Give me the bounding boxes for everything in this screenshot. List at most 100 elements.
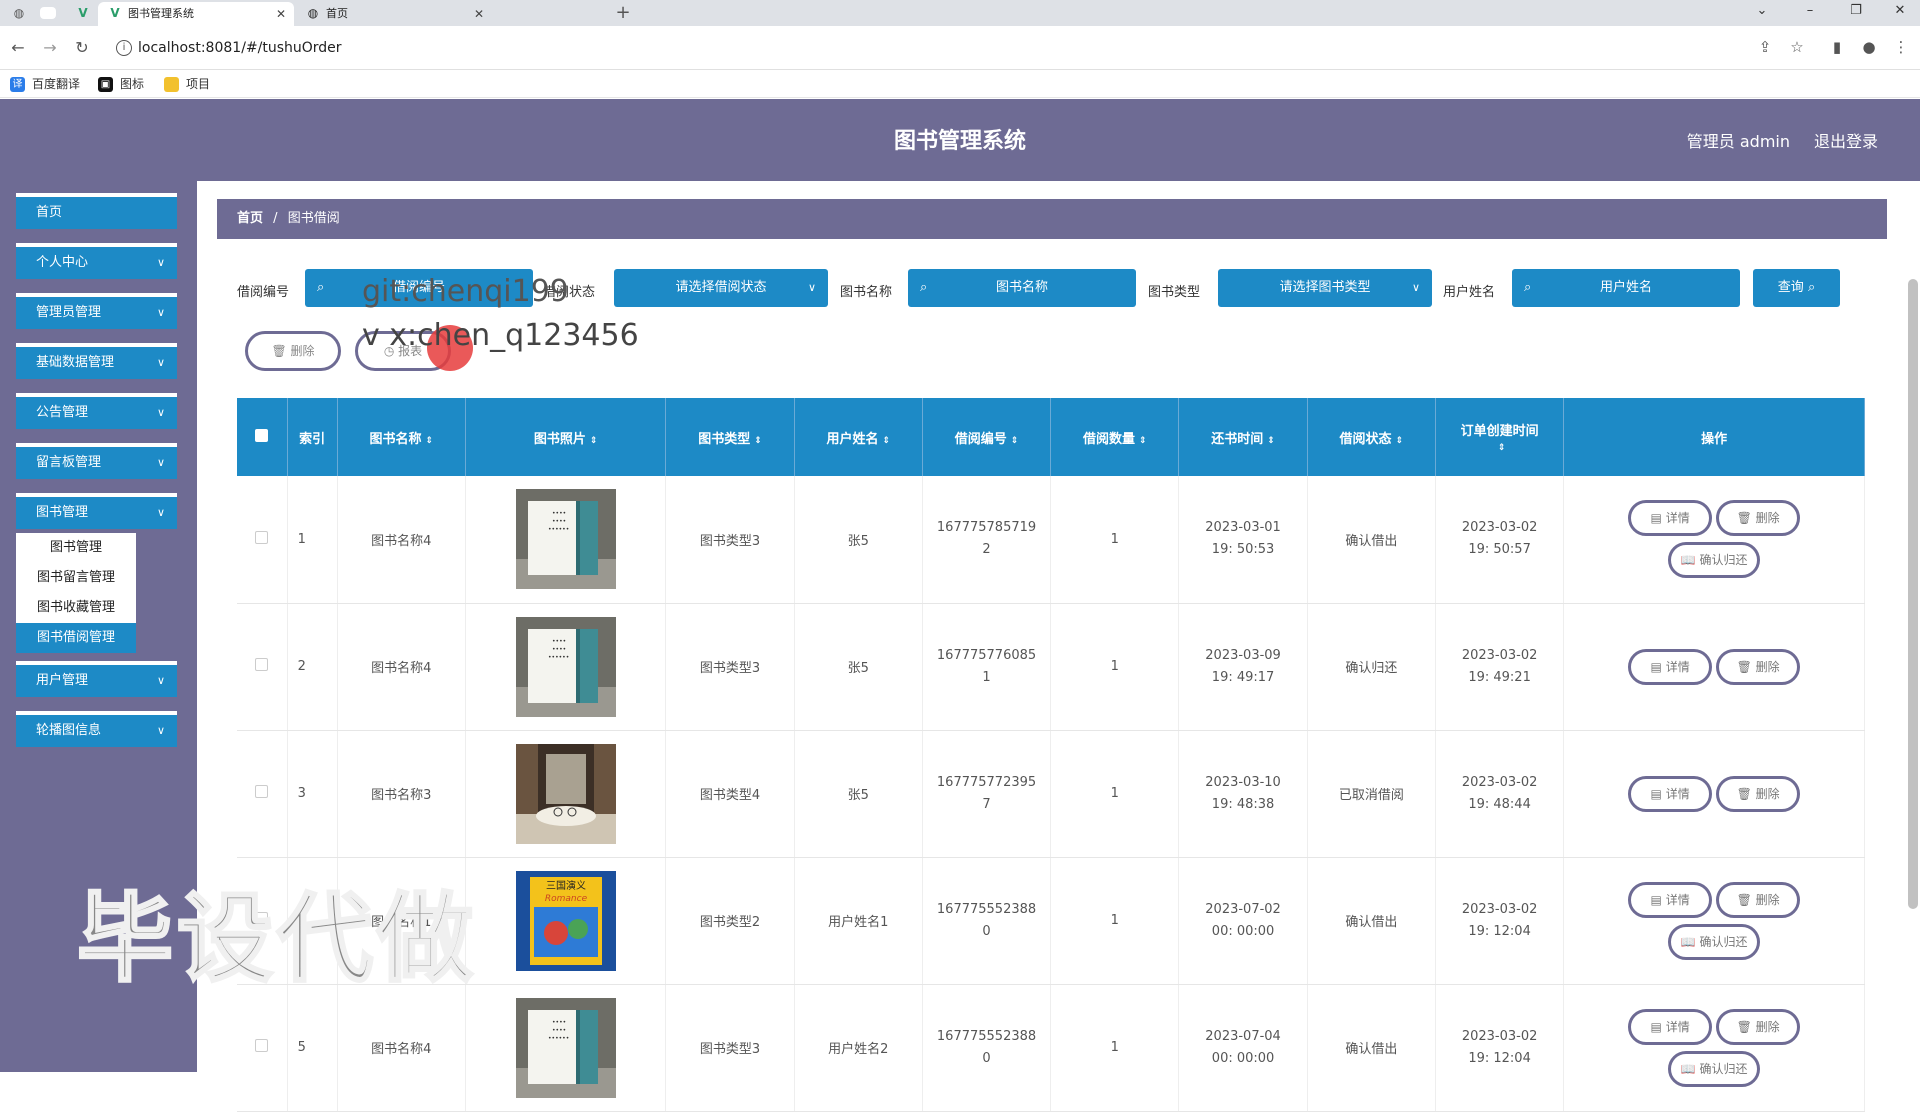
breadcrumb-home[interactable]: 首页 <box>237 211 263 226</box>
bookmark-star-icon[interactable]: ☆ <box>1786 38 1808 56</box>
reload-icon[interactable]: ↻ <box>70 37 94 59</box>
bookmark-label: 百度翻译 <box>32 77 81 91</box>
share-icon[interactable]: ⇪ <box>1754 38 1776 56</box>
col-book-type[interactable]: 图书类型 ⇕ <box>665 398 795 476</box>
delete-button[interactable]: 🗑 删除 <box>1716 500 1801 537</box>
row-checkbox[interactable] <box>255 530 269 544</box>
book-type-select[interactable]: 请选择图书类型 ∨ <box>1218 269 1432 307</box>
close-tab-icon[interactable]: ✕ <box>276 2 286 26</box>
col-user-name[interactable]: 用户姓名 ⇕ <box>794 398 923 476</box>
menu-home[interactable]: 首页 <box>16 193 177 229</box>
menu-carousel[interactable]: 轮播图信息 ∨ <box>16 711 177 747</box>
book-name-input[interactable]: ⌕ 图书名称 <box>908 269 1136 307</box>
url-field[interactable]: i localhost:8081/#/tushuOrder <box>110 33 1750 63</box>
detail-button[interactable]: ▤ 详情 <box>1628 881 1713 918</box>
status-select[interactable]: 请选择借阅状态 ∨ <box>614 269 828 307</box>
col-created[interactable]: 订单创建时间 ⇕ <box>1435 398 1565 476</box>
detail-button[interactable]: ▤ 详情 <box>1628 775 1713 812</box>
bookmark-icons[interactable]: ▣ 图标 <box>98 74 144 94</box>
cell-index: 5 <box>287 984 338 1112</box>
user-name-input[interactable]: ⌕ 用户姓名 <box>1512 269 1740 307</box>
submenu-book-borrow[interactable]: 图书借阅管理 <box>16 623 136 653</box>
bookmark-project[interactable]: 项目 <box>164 74 210 94</box>
row-checkbox-cell[interactable] <box>237 603 288 731</box>
menu-book-management[interactable]: 图书管理 ∨ <box>16 493 177 529</box>
browser-tab-bar: ◍ V V 图书管理系统 ✕ ◍ 首页 ✕ + ⌄ – ❐ ✕ <box>0 0 1920 26</box>
menu-kebab-icon[interactable]: ⋮ <box>1890 38 1912 56</box>
close-window-icon[interactable]: ✕ <box>1880 0 1920 22</box>
profile-icon[interactable]: ● <box>1858 38 1880 56</box>
browser-globe-icon[interactable]: ◍ <box>10 4 28 22</box>
menu-admin-management[interactable]: 管理员管理 ∨ <box>16 293 177 329</box>
detail-button[interactable]: ▤ 详情 <box>1628 500 1713 537</box>
tab-home[interactable]: ◍ 首页 ✕ <box>296 2 492 26</box>
sort-icon[interactable]: ⇕ <box>426 436 434 446</box>
detail-button[interactable]: ▤ 详情 <box>1628 1008 1713 1045</box>
col-return-time[interactable]: 还书时间 ⇕ <box>1178 398 1308 476</box>
submenu-book-management[interactable]: 图书管理 <box>16 533 136 563</box>
submenu-book-comments[interactable]: 图书留言管理 <box>16 563 136 593</box>
col-book-name[interactable]: 图书名称 ⇕ <box>337 398 466 476</box>
detail-button[interactable]: ▤ 详情 <box>1628 648 1713 685</box>
confirm-return-button[interactable]: 📖 确认归还 <box>1668 1050 1761 1087</box>
blank-tab-icon[interactable] <box>40 7 56 19</box>
row-checkbox[interactable] <box>255 1039 269 1052</box>
checkbox[interactable] <box>255 428 269 442</box>
tab-search-chevron-icon[interactable]: ⌄ <box>1742 0 1782 22</box>
cell-actions: ▤ 详情 🗑 删除 📖 确认归还 <box>1563 984 1865 1112</box>
vue-icon[interactable]: V <box>74 4 92 22</box>
row-checkbox[interactable] <box>255 785 269 798</box>
row-checkbox-cell[interactable] <box>237 730 288 858</box>
row-checkbox-cell[interactable] <box>237 476 288 604</box>
delete-button[interactable]: 🗑 删除 <box>1716 881 1801 918</box>
col-book-photo[interactable]: 图书照片 ⇕ <box>465 398 667 476</box>
scrollbar[interactable] <box>1908 279 1918 909</box>
select-all-checkbox[interactable] <box>237 398 288 476</box>
delete-button[interactable]: 🗑 删除 <box>1716 775 1801 812</box>
menu-personal-center[interactable]: 个人中心 ∨ <box>16 243 177 279</box>
cell-quantity: 1 <box>1050 984 1180 1112</box>
col-quantity[interactable]: 借阅数量 ⇕ <box>1050 398 1180 476</box>
menu-message-board[interactable]: 留言板管理 ∨ <box>16 443 177 479</box>
back-icon[interactable]: ← <box>6 37 30 59</box>
confirm-return-button[interactable]: 📖 确认归还 <box>1668 542 1761 579</box>
sort-icon[interactable]: ⇕ <box>883 436 891 446</box>
sort-icon[interactable]: ⇕ <box>1498 443 1506 453</box>
sort-icon[interactable]: ⇕ <box>754 436 762 446</box>
sort-icon[interactable]: ⇕ <box>1396 436 1404 446</box>
sort-icon[interactable]: ⇕ <box>1011 436 1019 446</box>
placeholder: 用户姓名 <box>1599 280 1652 295</box>
row-checkbox[interactable] <box>255 658 269 671</box>
logout-button[interactable]: 退出登录 <box>1814 128 1878 152</box>
batch-delete-button[interactable]: 🗑 删除 <box>245 331 341 371</box>
submenu-book-favorites[interactable]: 图书收藏管理 <box>16 593 136 623</box>
menu-notices[interactable]: 公告管理 ∨ <box>16 393 177 429</box>
site-info-icon[interactable]: i <box>116 40 132 56</box>
bookmark-baidu-translate[interactable]: 译 百度翻译 <box>10 74 80 94</box>
minimize-icon[interactable]: – <box>1790 0 1830 22</box>
tab-library-system[interactable]: V 图书管理系统 ✕ <box>98 2 294 26</box>
sort-icon[interactable]: ⇕ <box>1267 436 1275 446</box>
cell-return-time: 2023-07-04 00: 00:00 <box>1178 984 1308 1112</box>
col-status[interactable]: 借阅状态 ⇕ <box>1307 398 1436 476</box>
new-tab-icon[interactable]: + <box>614 4 632 22</box>
query-button[interactable]: 查询 ⌕ <box>1753 269 1840 307</box>
sort-icon[interactable]: ⇕ <box>1139 436 1147 446</box>
book-cover-image: 三国演义 Romance <box>515 870 616 971</box>
restore-icon[interactable]: ❐ <box>1836 0 1876 22</box>
svg-text:••••••: •••••• <box>548 526 569 533</box>
op-label: 删除 <box>1755 786 1780 801</box>
op-label: 详情 <box>1665 786 1690 801</box>
delete-button[interactable]: 🗑 删除 <box>1716 1008 1801 1045</box>
close-tab-icon[interactable]: ✕ <box>474 2 484 26</box>
forward-icon[interactable]: → <box>38 37 62 59</box>
menu-base-data[interactable]: 基础数据管理 ∨ <box>16 343 177 379</box>
confirm-return-button[interactable]: 📖 确认归还 <box>1668 923 1761 960</box>
sidepanel-icon[interactable]: ▮ <box>1826 38 1848 56</box>
row-checkbox-cell[interactable] <box>237 984 288 1112</box>
menu-user-management[interactable]: 用户管理 ∨ <box>16 661 177 697</box>
menu-label: 管理员管理 <box>36 305 102 320</box>
delete-button[interactable]: 🗑 删除 <box>1716 648 1801 685</box>
col-borrow-no[interactable]: 借阅编号 ⇕ <box>922 398 1052 476</box>
sort-icon[interactable]: ⇕ <box>590 436 598 446</box>
